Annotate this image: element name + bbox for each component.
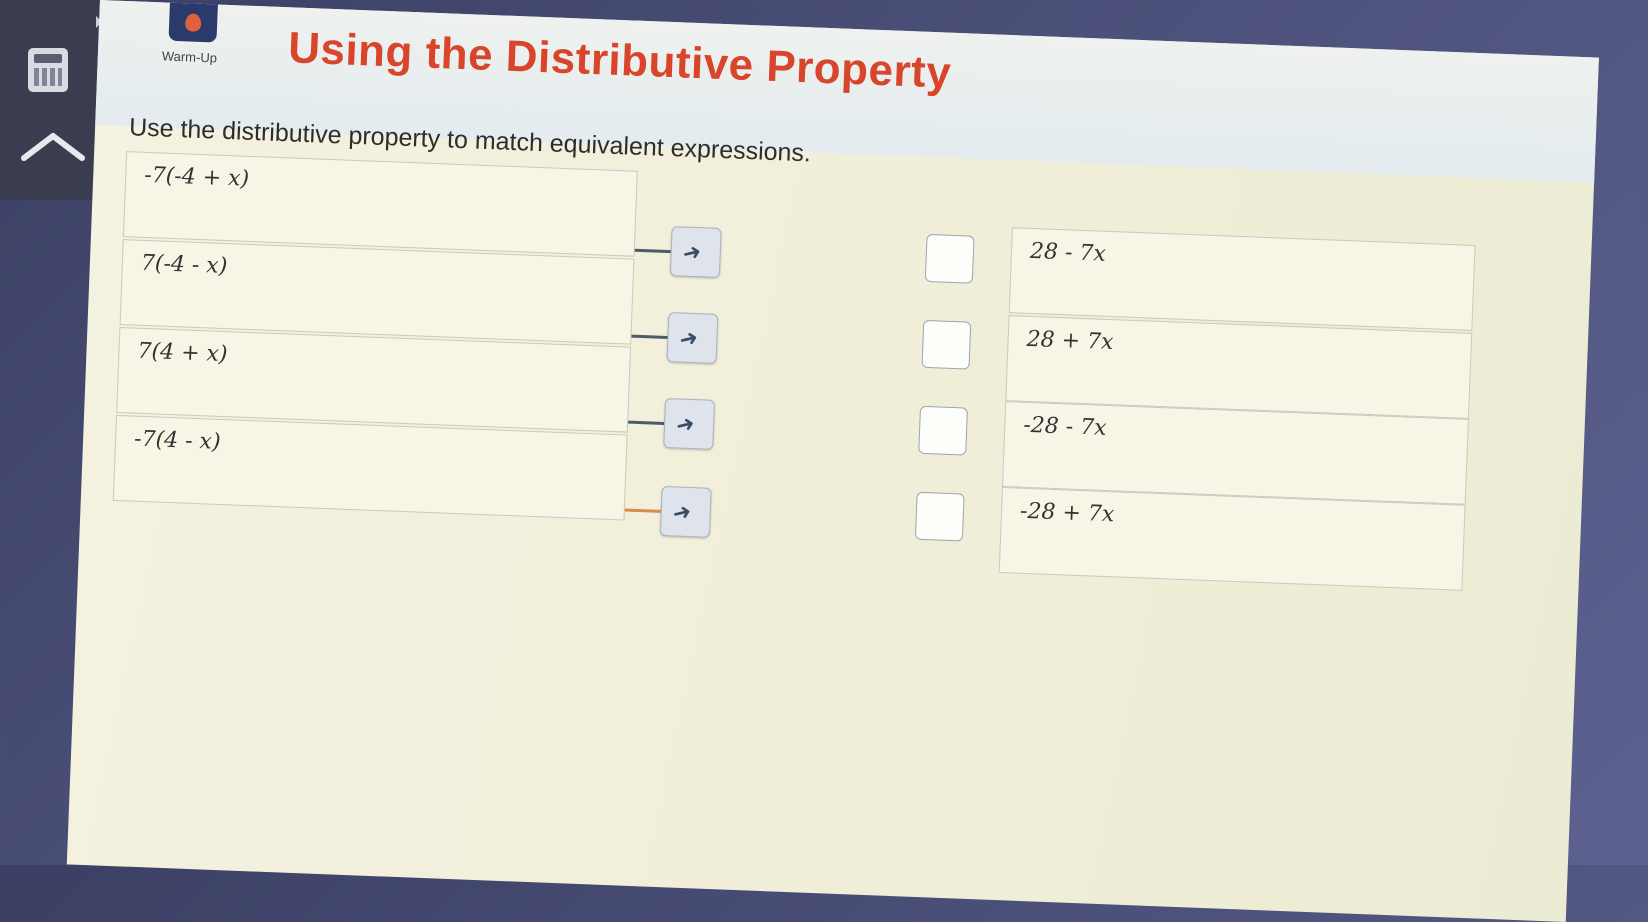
collapse-button[interactable] — [18, 128, 88, 168]
drop-target[interactable] — [924, 233, 975, 284]
page-title: Using the Distributive Property — [287, 23, 953, 98]
drop-target[interactable] — [914, 491, 965, 542]
right-expression: 28 + 7x — [1026, 326, 1114, 356]
connector-line — [628, 420, 665, 425]
left-expression-box: -7(4 - x) — [112, 414, 628, 521]
logo-caption: Warm-Up — [161, 48, 218, 66]
page-header: Warm-Up Using the Distributive Property — [95, 0, 1599, 183]
right-expression: -28 - 7x — [1022, 412, 1108, 441]
calculator-button[interactable] — [28, 48, 72, 92]
left-expression: -7(4 - x) — [133, 426, 222, 455]
chevron-up-icon — [21, 133, 85, 161]
drag-handle[interactable]: ➜ — [669, 226, 722, 278]
left-expression: 7(-4 - x) — [140, 250, 228, 280]
left-expression-box: 7(-4 - x) — [119, 239, 635, 345]
drag-arrow-icon: ➜ — [670, 497, 694, 527]
connector-line — [631, 334, 668, 340]
right-expression-box: -28 + 7x — [998, 486, 1466, 591]
right-expression: -28 + 7x — [1019, 498, 1115, 528]
drag-arrow-icon: ➜ — [676, 324, 701, 353]
left-expression-box: -7(-4 + x) — [122, 151, 638, 257]
left-expression: 7(4 + x) — [137, 338, 228, 368]
calculator-icon — [28, 48, 68, 92]
drag-handle[interactable]: ➜ — [659, 485, 712, 538]
warm-up-logo-icon — [168, 2, 218, 43]
activity-page: Warm-Up Using the Distributive Property … — [66, 0, 1599, 922]
drag-arrow-icon: ➜ — [680, 238, 704, 267]
left-expression-box: 7(4 + x) — [116, 326, 632, 433]
drag-handle[interactable]: ➜ — [663, 397, 716, 450]
left-expression: -7(-4 + x) — [143, 162, 250, 192]
drop-target[interactable] — [918, 405, 968, 456]
right-expression-box: 28 - 7x — [1008, 227, 1476, 331]
connector-line — [634, 248, 671, 254]
drag-handle[interactable]: ➜ — [666, 312, 719, 364]
right-expression: 28 - 7x — [1029, 238, 1107, 267]
left-toolbar — [0, 0, 108, 200]
connector-line-active — [624, 508, 661, 513]
drag-arrow-icon: ➜ — [673, 410, 697, 439]
drop-target[interactable] — [921, 319, 972, 370]
